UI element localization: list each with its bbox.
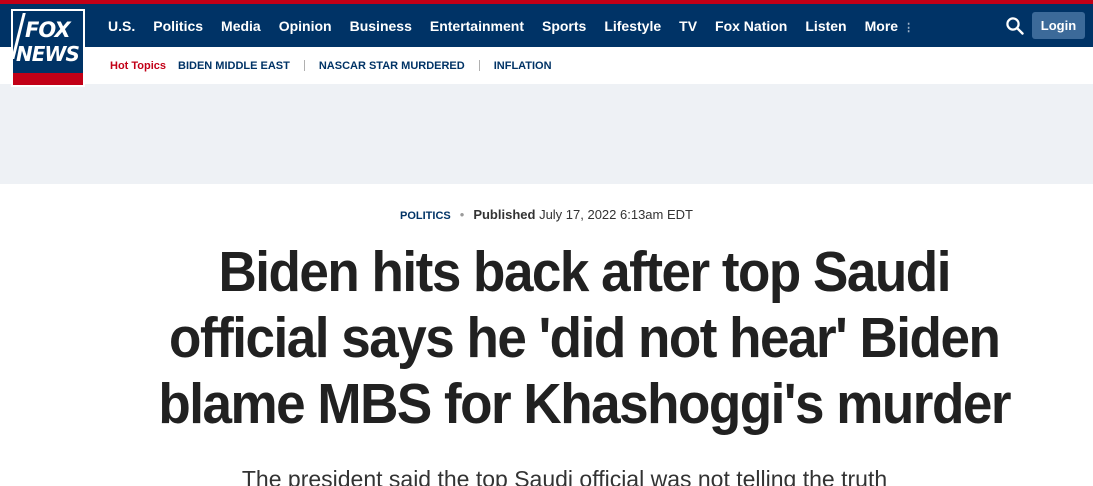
nav-item-us[interactable]: U.S.	[108, 18, 135, 34]
hot-topic-inflation[interactable]: INFLATION	[494, 60, 552, 72]
logo-red-band	[13, 73, 83, 85]
nav-item-listen[interactable]: Listen	[805, 18, 846, 34]
published-label: Published	[473, 207, 536, 222]
article-meta: POLITICS • Published July 17, 2022 6:13am …	[0, 207, 1093, 225]
nav-item-opinion[interactable]: Opinion	[279, 18, 332, 34]
nav-item-tv[interactable]: TV	[679, 18, 697, 34]
search-icon[interactable]	[1005, 16, 1025, 36]
kebab-icon: ⋮	[903, 21, 915, 34]
login-button[interactable]: Login	[1032, 12, 1085, 39]
hot-topics-bar: Hot Topics BIDEN MIDDLE EAST NASCAR STAR…	[0, 47, 1093, 84]
hot-topics-label: Hot Topics	[110, 59, 167, 72]
article-headline: Biden hits back after top Saudi official…	[157, 240, 1011, 436]
article-category-link[interactable]: POLITICS	[400, 210, 451, 222]
meta-separator-dot: •	[459, 207, 465, 222]
article-subheadline: The president said the top Saudi officia…	[241, 466, 888, 486]
logo-mark: FOX NEWS	[13, 11, 83, 85]
nav-item-entertainment[interactable]: Entertainment	[430, 18, 524, 34]
article-main: POLITICS • Published July 17, 2022 6:13am …	[0, 207, 1093, 486]
hot-topic-nascar-star-murdered[interactable]: NASCAR STAR MURDERED	[319, 60, 465, 72]
top-navigation-bar: FOX NEWS U.S. Politics Media Opinion Bus…	[0, 0, 1093, 87]
nav-item-media[interactable]: Media	[221, 18, 261, 34]
fox-news-logo[interactable]: FOX NEWS	[11, 9, 85, 87]
nav-item-politics[interactable]: Politics	[153, 18, 203, 34]
nav-item-lifestyle[interactable]: Lifestyle	[604, 18, 661, 34]
site-header: FOX NEWS U.S. Politics Media Opinion Bus…	[0, 0, 1093, 87]
hot-topic-biden-middle-east[interactable]: BIDEN MIDDLE EAST	[178, 60, 290, 72]
nav-more-button[interactable]: More ⋮	[865, 18, 914, 34]
topic-divider	[303, 60, 305, 71]
main-nav: U.S. Politics Media Opinion Business Ent…	[108, 4, 914, 47]
ad-placeholder-band	[0, 84, 1093, 184]
logo-line-2: NEWS	[16, 42, 80, 66]
nav-item-fox-nation[interactable]: Fox Nation	[715, 18, 787, 34]
nav-item-sports[interactable]: Sports	[542, 18, 586, 34]
topic-divider	[478, 60, 480, 71]
nav-item-business[interactable]: Business	[350, 18, 412, 34]
nav-more-label: More	[864, 17, 899, 34]
published-date: July 17, 2022 6:13am EDT	[539, 207, 693, 222]
logo-line-1: FOX	[25, 18, 71, 42]
